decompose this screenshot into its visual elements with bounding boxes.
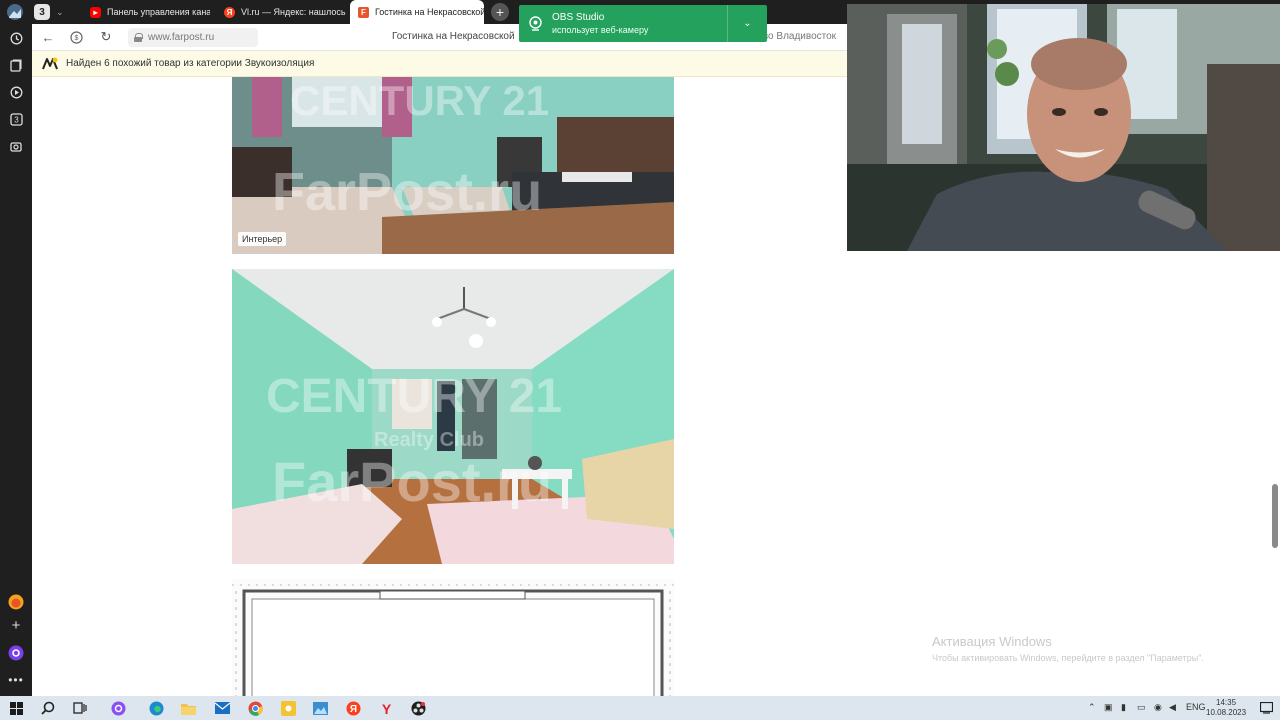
tray-device-icon[interactable]: ▣ <box>1104 702 1113 713</box>
windows-start-icon[interactable] <box>8 700 24 716</box>
webcam-icon <box>529 16 542 31</box>
watermark-century21: CENTURY 21 <box>266 370 563 423</box>
lock-icon <box>134 33 143 42</box>
add-panel-icon[interactable]: + <box>8 617 24 634</box>
history-icon[interactable] <box>8 30 24 46</box>
tab-label: Гостинка на Некрасовской <box>375 7 484 17</box>
clock-date: 10.08.2023 <box>1206 708 1247 717</box>
tab-farpost-active[interactable]: F Гостинка на Некрасовской <box>350 0 484 24</box>
search-icon[interactable] <box>40 700 56 716</box>
page-title: Гостинка на Некрасовской <box>392 31 515 42</box>
system-clock[interactable]: 14:35 10.08.2023 <box>1206 698 1246 718</box>
input-language[interactable]: ENG <box>1186 702 1206 712</box>
chrome-icon[interactable] <box>247 700 263 716</box>
youtube-icon: ▸ <box>90 6 101 18</box>
alice-taskbar-icon[interactable] <box>110 700 126 716</box>
windows-activation-watermark: Активация Windows Чтобы активировать Win… <box>932 634 1204 663</box>
browser-sidebar: 3 + ••• <box>0 24 32 696</box>
notification-center-icon[interactable] <box>1258 700 1274 716</box>
sticky-notes-icon[interactable] <box>280 700 296 716</box>
watermark-farpost: FarPost.ru <box>272 162 543 222</box>
activation-subtitle: Чтобы активировать Windows, перейдите в … <box>932 653 1204 663</box>
yandex-browser-icon[interactable]: Y <box>378 700 394 716</box>
more-icon[interactable]: ••• <box>8 672 24 688</box>
browser-mascot-icon[interactable] <box>8 594 24 610</box>
yandex-taskbar-icon[interactable]: Я <box>345 700 361 716</box>
clock-time: 14:35 <box>1216 698 1237 707</box>
svg-text:Y: Y <box>381 701 391 716</box>
protect-icon[interactable]: $ <box>68 29 84 45</box>
battery-icon[interactable]: ▭ <box>1137 702 1146 713</box>
tab-count-icon[interactable]: 3 <box>8 111 24 127</box>
notification-message: использует веб-камеру <box>552 25 649 35</box>
svg-text:Я: Я <box>349 704 356 715</box>
media-play-icon[interactable] <box>8 84 24 100</box>
obs-studio-icon[interactable] <box>410 700 426 716</box>
tab-yandex-search[interactable]: Я Vl.ru — Яндекс: нашлось <box>216 0 346 24</box>
similar-product-infobar[interactable]: Найден 6 похожий товар из категории Звук… <box>32 51 847 77</box>
chevron-down-icon[interactable]: ⌄ <box>727 5 767 42</box>
camera-search-icon[interactable] <box>8 138 24 154</box>
watermark-farpost: FarPost.ru <box>272 450 553 513</box>
alice-assistant-icon[interactable] <box>8 645 24 661</box>
yandex-icon: Я <box>224 6 235 18</box>
new-tab-button[interactable]: + <box>491 3 509 21</box>
task-view-icon[interactable] <box>72 700 88 716</box>
file-explorer-icon[interactable] <box>180 700 196 716</box>
activation-title: Активация Windows <box>932 634 1052 649</box>
tab-youtube-studio[interactable]: ▸ Панель управления канала <box>82 0 210 24</box>
svg-text:3: 3 <box>14 115 19 124</box>
url-field[interactable]: www.farpost.ru <box>128 28 258 47</box>
listing-photo-room[interactable]: CENTURY 21 Realty Club FarPost.ru <box>232 269 674 564</box>
screen: 3 ⌄ ▸ Панель управления канала Я Vl.ru —… <box>0 0 1280 720</box>
microphone-icon[interactable]: ▮ <box>1121 702 1126 713</box>
reload-icon[interactable]: ↻ <box>98 29 114 45</box>
obs-webcam-notification[interactable]: OBS Studio использует веб-камеру ⌄ <box>519 5 767 42</box>
photos-app-icon[interactable] <box>312 700 328 716</box>
back-icon[interactable]: ← <box>40 29 56 45</box>
url-text: www.farpost.ru <box>148 32 215 43</box>
collections-icon[interactable] <box>8 57 24 73</box>
watermark-century21: CENTURY 21 <box>290 77 550 124</box>
mail-icon[interactable] <box>214 700 230 716</box>
photo-category-badge: Интерьер <box>238 232 287 246</box>
tab-label: Vl.ru — Яндекс: нашлось <box>241 7 346 17</box>
infobar-text: Найден 6 похожий товар из категории Звук… <box>66 58 315 69</box>
tabs-dropdown-icon[interactable]: ⌄ <box>56 0 70 24</box>
windows-taskbar: Я Y ⌃ ▣ ▮ ▭ ◉ ◀ ENG 14:35 10.08.2023 <box>0 696 1280 720</box>
webcam-overlay <box>847 4 1280 251</box>
browser-profile-icon[interactable] <box>6 0 26 24</box>
svg-text:$: $ <box>74 35 78 42</box>
speaker-icon[interactable]: ◀ <box>1169 702 1176 713</box>
listing-photo-floorplan[interactable] <box>232 579 674 696</box>
farpost-icon: F <box>358 6 369 18</box>
edge-browser-icon[interactable] <box>148 700 164 716</box>
network-icon[interactable]: ◉ <box>1154 702 1162 713</box>
page-scrollbar-thumb[interactable] <box>1272 484 1278 548</box>
yandex-market-icon <box>42 57 58 69</box>
webcam-person-image <box>847 4 1280 251</box>
notification-app-name: OBS Studio <box>552 12 605 23</box>
floor-plan-image <box>232 579 674 696</box>
tab-counter[interactable]: 3 <box>34 4 50 20</box>
tab-label: Панель управления канала <box>107 7 210 17</box>
listing-photo-interior[interactable]: CENTURY 21 FarPost.ru Интерьер <box>232 77 674 254</box>
chevron-up-icon[interactable]: ⌃ <box>1088 702 1096 713</box>
